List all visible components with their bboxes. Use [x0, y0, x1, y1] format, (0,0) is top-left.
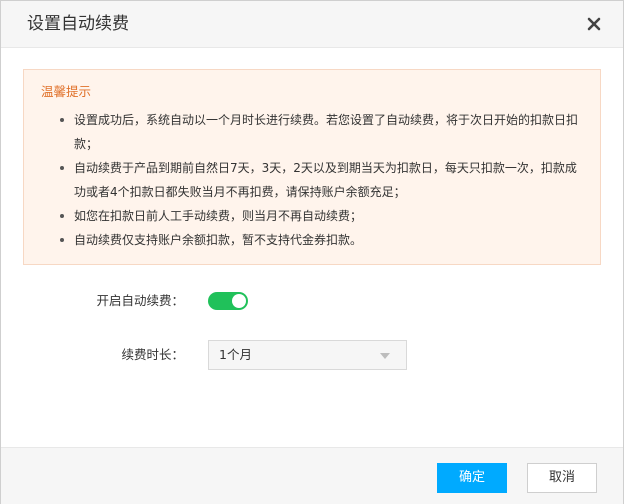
auto-renew-toggle[interactable] [208, 292, 248, 310]
notice-item: 设置成功后，系统自动以一个月时长进行续费。若您设置了自动续费，将于次日开始的扣款… [56, 108, 586, 156]
dialog-title: 设置自动续费 [27, 14, 129, 34]
cancel-button[interactable]: 取消 [527, 463, 597, 493]
notice-title: 温馨提示 [41, 84, 92, 99]
confirm-button[interactable]: 确定 [437, 463, 507, 493]
auto-renew-label: 开启自动续费： [96, 293, 184, 308]
notice-item: 自动续费于产品到期前自然日7天，3天，2天以及到期当天为扣款日，每天只扣款一次，… [56, 156, 586, 204]
notice-box: 温馨提示 设置成功后，系统自动以一个月时长进行续费。若您设置了自动续费，将于次日… [23, 69, 601, 265]
dialog-header: 设置自动续费 [1, 1, 623, 48]
notice-list: 设置成功后，系统自动以一个月时长进行续费。若您设置了自动续费，将于次日开始的扣款… [56, 108, 586, 252]
duration-select[interactable]: 1个月 [208, 340, 407, 370]
caret-down-icon [380, 353, 390, 359]
toggle-knob [232, 294, 246, 308]
duration-label: 续费时长： [121, 347, 184, 362]
close-icon[interactable] [585, 15, 603, 33]
auto-renew-dialog: 设置自动续费 温馨提示 设置成功后，系统自动以一个月时长进行续费。若您设置了自动… [0, 0, 624, 504]
dialog-footer: 确定 取消 [1, 447, 623, 504]
duration-select-value: 1个月 [219, 347, 252, 362]
notice-item: 自动续费仅支持账户余额扣款，暂不支持代金券扣款。 [56, 228, 586, 252]
notice-item: 如您在扣款日前人工手动续费，则当月不再自动续费； [56, 204, 586, 228]
